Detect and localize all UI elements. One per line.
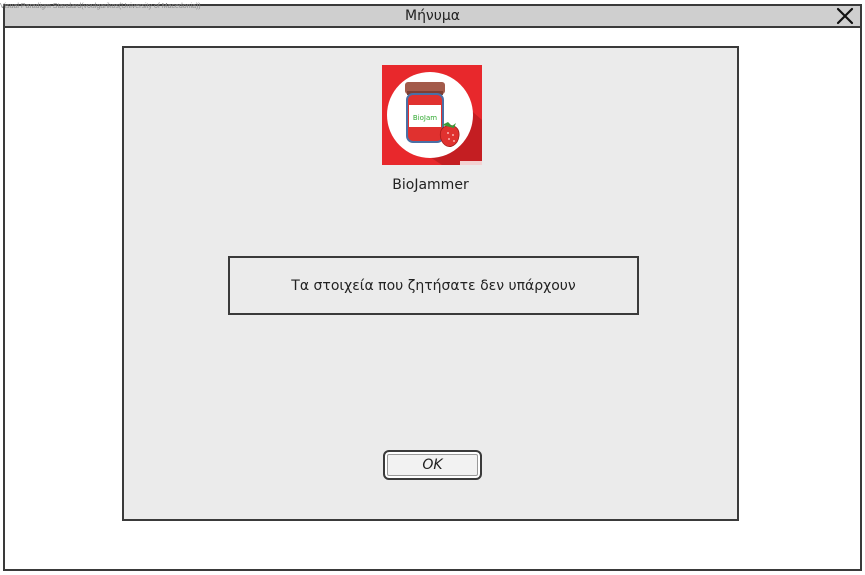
window-title: Μήνυμα xyxy=(404,8,460,24)
logo-label: BioJam xyxy=(413,114,437,122)
app-logo-icon: BioJam xyxy=(382,65,482,165)
watermark-text: Visual Paradigm Standard(voulgarikos(Uni… xyxy=(0,3,201,10)
close-button[interactable] xyxy=(834,5,856,27)
close-icon xyxy=(836,7,854,25)
app-name: BioJammer xyxy=(392,177,469,193)
ok-button[interactable]: OK xyxy=(383,450,482,480)
ok-button-label: OK xyxy=(422,457,443,473)
message-window: Μήνυμα BioJam BioJammer Τα στοιχεία που … xyxy=(3,4,862,571)
dialog-panel: BioJam BioJammer Τα στοιχεία που ζητήσατ… xyxy=(122,46,739,521)
message-text: Τα στοιχεία που ζητήσατε δεν υπάρχουν xyxy=(291,277,576,294)
message-box: Τα στοιχεία που ζητήσατε δεν υπάρχουν xyxy=(228,256,639,315)
